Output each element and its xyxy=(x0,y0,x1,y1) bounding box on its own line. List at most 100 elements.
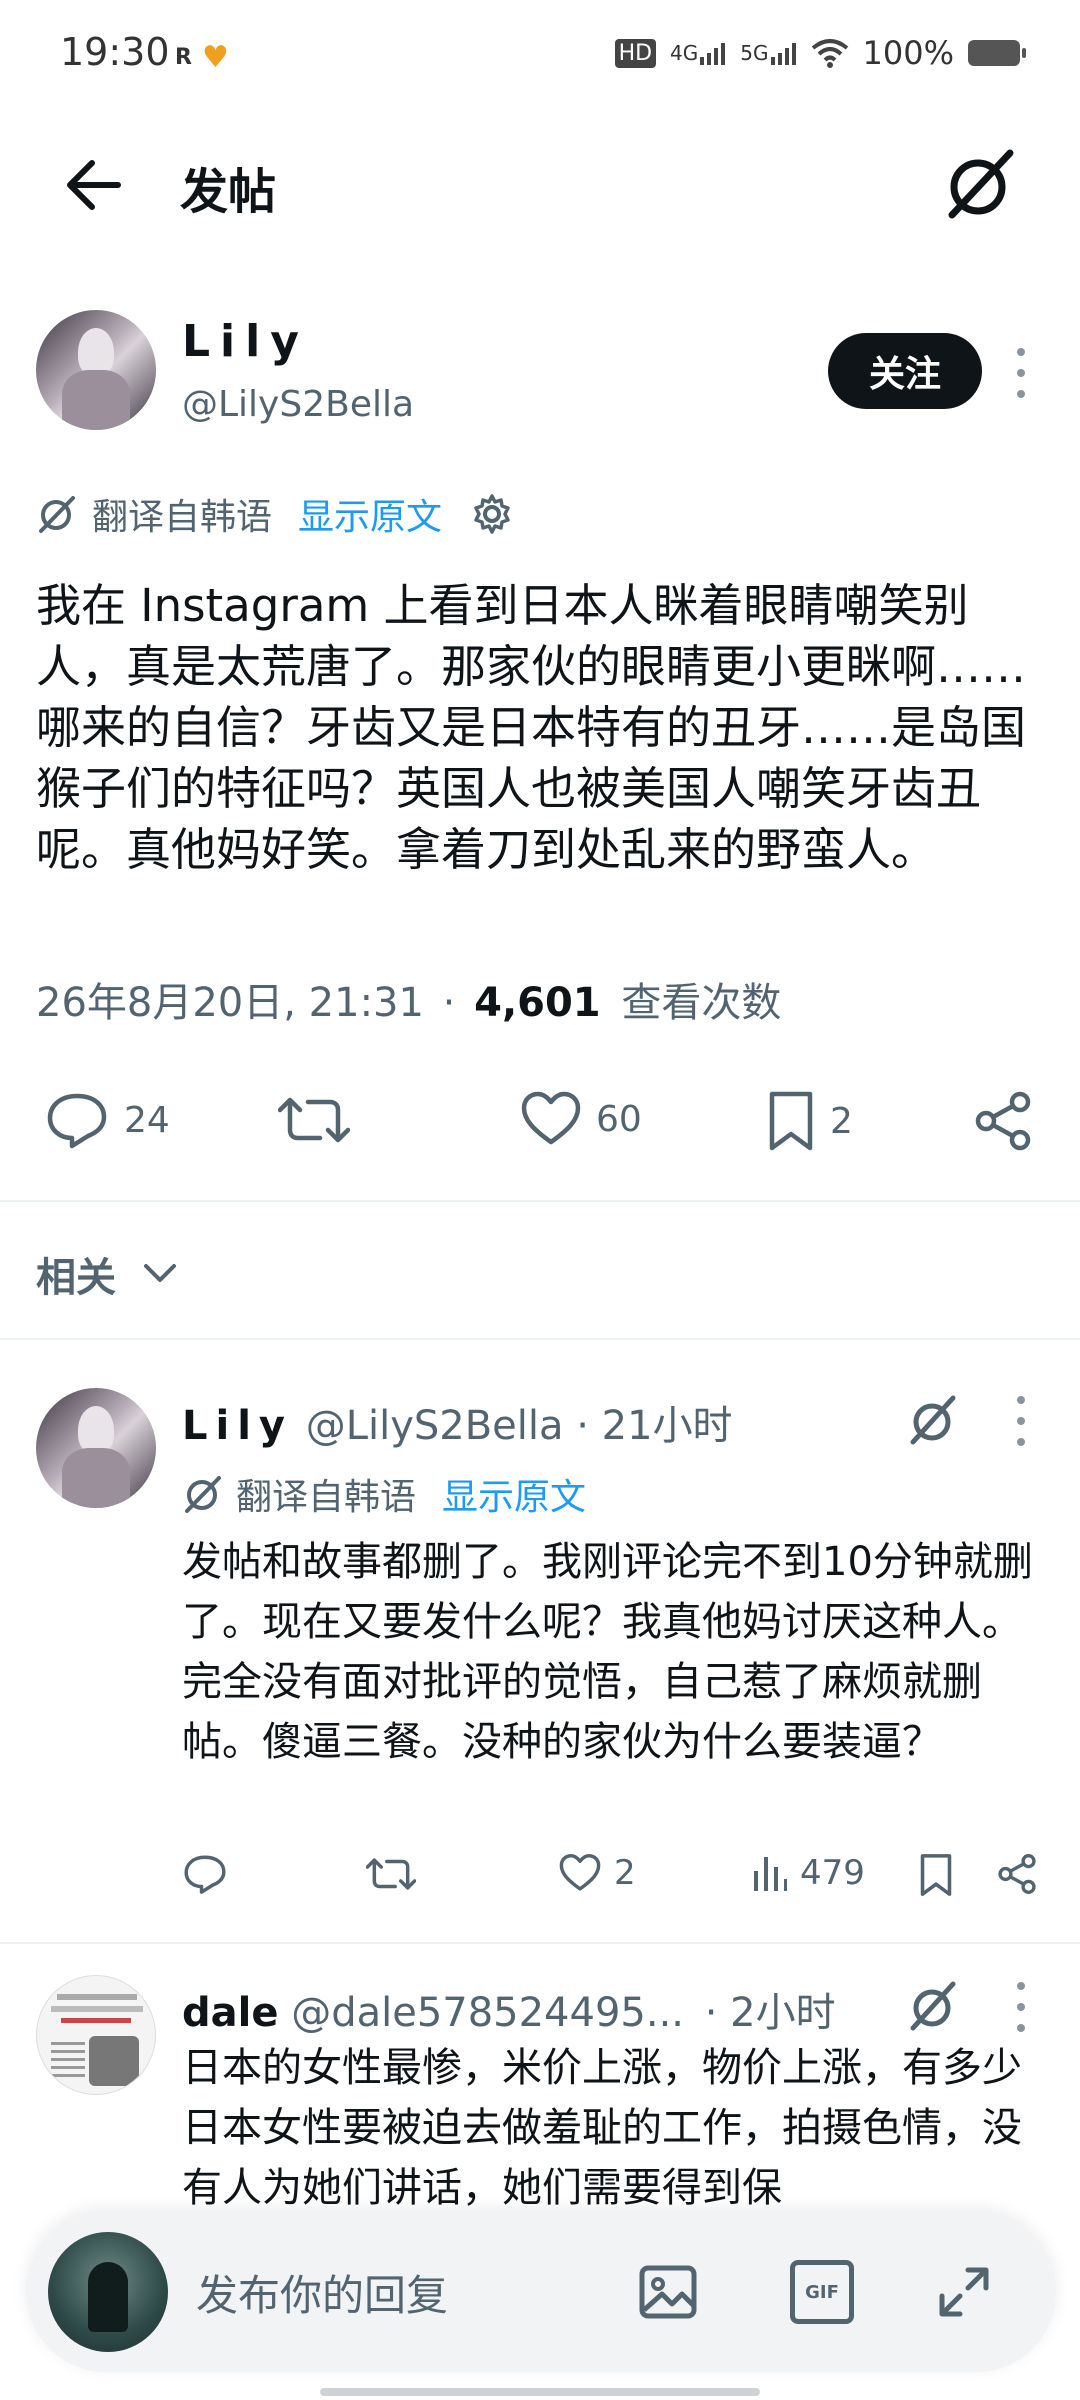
reply-author-handle[interactable]: @dale578524495... xyxy=(291,1990,684,2036)
repost-icon xyxy=(366,1858,416,1890)
post-actions: 24 60 2 xyxy=(0,1070,1080,1170)
notification-app-icon: ♥ xyxy=(201,40,229,75)
reply-icon xyxy=(184,1855,226,1894)
translation-bar: 翻译自韩语 显示原文 xyxy=(36,488,514,540)
reply-header: dale @dale578524495... · 2小时 xyxy=(182,1980,836,2038)
gif-button[interactable]: GIF xyxy=(790,2260,854,2324)
reply-author-name[interactable]: dale xyxy=(182,1990,278,2036)
dot xyxy=(1017,390,1025,398)
like-count: 60 xyxy=(596,1098,642,1140)
avatar-image-part xyxy=(61,2018,131,2023)
chevron-down-icon xyxy=(144,1264,176,1282)
battery-percent: 100% xyxy=(862,34,954,72)
views-count: 4,601 xyxy=(474,980,601,1026)
grok-icon xyxy=(948,149,1014,219)
author-display-name[interactable]: Lily xyxy=(182,316,309,367)
reply-author-name[interactable]: Lily xyxy=(182,1403,293,1449)
hd-icon: HD xyxy=(614,38,657,68)
share-icon xyxy=(975,1091,1031,1151)
author-handle[interactable]: @LilyS2Bella xyxy=(182,384,414,425)
share-action[interactable] xyxy=(996,1853,1038,1895)
avatar-image-part xyxy=(51,2042,85,2082)
repost-action[interactable] xyxy=(278,1090,350,1150)
top-app-bar: 发帖 xyxy=(0,110,1080,260)
bookmark-icon xyxy=(769,1091,813,1151)
reply-avatar[interactable] xyxy=(36,1388,156,1508)
signal-5g-label: 5G xyxy=(740,41,769,65)
analytics-icon xyxy=(754,1857,787,1891)
post-timestamp: 26年8月20日, 21:31 xyxy=(36,980,424,1026)
meta-separator: · xyxy=(442,980,456,1026)
battery-icon xyxy=(968,40,1026,66)
status-time: 19:30 xyxy=(60,30,170,74)
show-original-link[interactable]: 显示原文 xyxy=(298,488,442,540)
related-section-toggle[interactable]: 相关 xyxy=(36,1245,178,1303)
dot xyxy=(1017,369,1025,377)
notification-r-icon: R xyxy=(175,45,192,70)
show-original-link[interactable]: 显示原文 xyxy=(442,1468,586,1520)
grok-button[interactable] xyxy=(940,145,1020,225)
reply-action[interactable]: 24 xyxy=(44,1090,170,1150)
gear-icon[interactable] xyxy=(470,492,514,536)
like-action[interactable]: 60 xyxy=(520,1090,642,1148)
dot xyxy=(1017,1982,1025,1990)
translated-from-label: 翻译自韩语 xyxy=(92,497,273,538)
post-meta: 26年8月20日, 21:31 · 4,601 查看次数 xyxy=(36,970,781,1028)
grok-translate-icon xyxy=(185,1476,221,1513)
reply-more-button[interactable] xyxy=(1006,1982,1036,2032)
like-action[interactable]: 2 xyxy=(558,1853,636,1893)
dot xyxy=(1017,1396,1025,1404)
translated-from-label: 翻译自韩语 xyxy=(236,1477,417,1518)
dot xyxy=(1017,348,1025,356)
grok-icon[interactable] xyxy=(905,1978,961,2034)
my-avatar[interactable] xyxy=(48,2232,168,2352)
reply-header: Lily @LilyS2Bella · 21小时 xyxy=(182,1393,733,1451)
related-label: 相关 xyxy=(36,1255,116,1301)
reply-actions: 2 479 xyxy=(0,1853,1080,1913)
divider xyxy=(0,1200,1080,1202)
bookmark-icon xyxy=(920,1854,952,1896)
gif-label: GIF xyxy=(805,2281,839,2303)
reply-text: 发帖和故事都删了。我刚评论完不到10分钟就删了。现在又要发什么呢？我真他妈讨厌这… xyxy=(182,1539,1033,1765)
repost-action[interactable] xyxy=(366,1853,416,1895)
reply-time: · 21小时 xyxy=(576,1403,733,1449)
avatar-image-part xyxy=(89,2036,139,2086)
reply-more-button[interactable] xyxy=(1006,1396,1036,1446)
dot xyxy=(1017,2024,1025,2032)
home-indicator[interactable] xyxy=(320,2388,760,2396)
reply-author-handle[interactable]: @LilyS2Bella xyxy=(306,1403,564,1449)
reply-icon xyxy=(47,1093,107,1149)
grok-icon[interactable] xyxy=(905,1392,961,1448)
author-avatar[interactable] xyxy=(36,310,156,430)
signal-5g-icon: 5G xyxy=(740,41,796,65)
wifi-icon xyxy=(811,39,848,68)
repost-icon xyxy=(278,1097,350,1143)
status-right-icons: HD 4G 5G 100% xyxy=(614,34,1026,72)
image-icon[interactable] xyxy=(636,2260,700,2324)
reply-avatar[interactable] xyxy=(36,1975,156,2095)
back-button[interactable] xyxy=(60,150,130,220)
signal-4g-icon: 4G xyxy=(670,41,726,65)
status-bar: 19:30 R ♥ HD 4G 5G 100% xyxy=(0,0,1080,110)
grok-translate-icon xyxy=(39,496,75,533)
follow-button[interactable]: 关注 xyxy=(828,333,982,409)
avatar-image-part xyxy=(51,2006,143,2012)
share-icon xyxy=(998,1854,1036,1894)
bookmark-action[interactable] xyxy=(918,1853,954,1897)
bookmark-action[interactable]: 2 xyxy=(766,1090,853,1152)
reply-text: 日本的女性最惨，米价上涨，物价上涨，有多少日本女性要被迫去做羞耻的工作，拍摄色情… xyxy=(182,2045,1022,2211)
bookmark-count: 2 xyxy=(830,1100,853,1142)
share-action[interactable] xyxy=(972,1090,1034,1152)
heart-icon xyxy=(559,1854,601,1891)
post-more-button[interactable] xyxy=(1006,348,1036,398)
divider xyxy=(0,1338,1080,1340)
dot xyxy=(1017,2003,1025,2011)
reply-action[interactable] xyxy=(182,1853,228,1895)
reply-composer[interactable]: 发布你的回复 GIF xyxy=(26,2212,1056,2372)
like-count: 2 xyxy=(614,1853,636,1893)
expand-icon[interactable] xyxy=(932,2260,996,2324)
divider xyxy=(0,1942,1080,1944)
reply-time: · 2小时 xyxy=(704,1990,836,2036)
reply-input[interactable]: 发布你的回复 xyxy=(196,2262,448,2323)
views-action[interactable]: 479 xyxy=(752,1853,865,1893)
